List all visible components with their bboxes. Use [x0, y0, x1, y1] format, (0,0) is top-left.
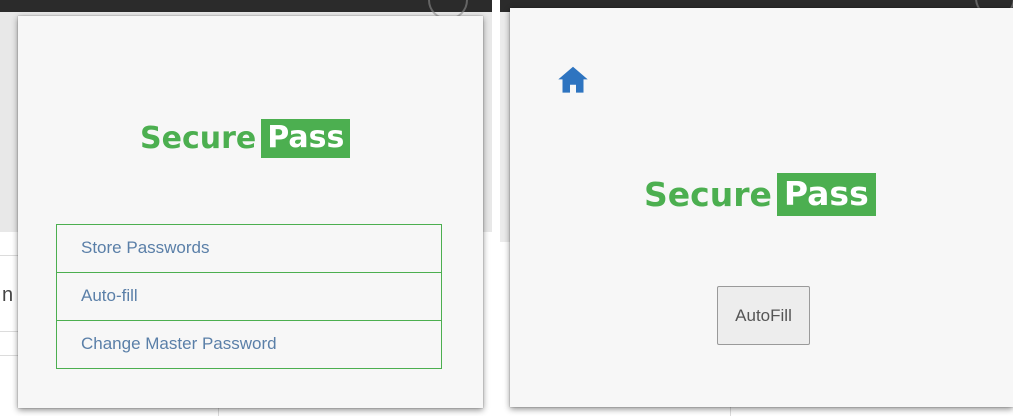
home-icon[interactable]: [555, 62, 591, 98]
logo-word-secure: Secure: [140, 121, 257, 156]
screenshot-divider: [492, 0, 500, 416]
logo-word-pass: Pass: [776, 173, 876, 216]
menu-item-auto-fill[interactable]: Auto-fill: [56, 272, 442, 321]
menu-item-change-master-password[interactable]: Change Master Password: [56, 320, 442, 369]
bg-rule: [0, 331, 18, 332]
bg-rule: [0, 355, 18, 356]
browser-toolbar-left: [0, 0, 492, 12]
bg-rule: [730, 407, 731, 416]
securepass-autofill-popup: Secure Pass AutoFill: [510, 8, 1013, 407]
logo-word-secure: Secure: [644, 175, 772, 214]
securepass-menu-popup: Secure Pass Store Passwords Auto-fill Ch…: [18, 16, 483, 408]
logo-word-pass: Pass: [261, 119, 351, 158]
bg-rule: [218, 408, 219, 416]
autofill-button[interactable]: AutoFill: [717, 286, 810, 345]
screenshot-stage: n Secure Pass Store Passwords Auto-fill …: [0, 0, 1013, 416]
action-menu: Store Passwords Auto-fill Change Master …: [56, 224, 442, 369]
menu-item-store-passwords[interactable]: Store Passwords: [56, 224, 442, 273]
securepass-logo: Secure Pass: [140, 119, 351, 158]
securepass-logo: Secure Pass: [644, 173, 876, 216]
bg-rule: [0, 255, 18, 256]
background-partial-text: n: [2, 284, 14, 306]
